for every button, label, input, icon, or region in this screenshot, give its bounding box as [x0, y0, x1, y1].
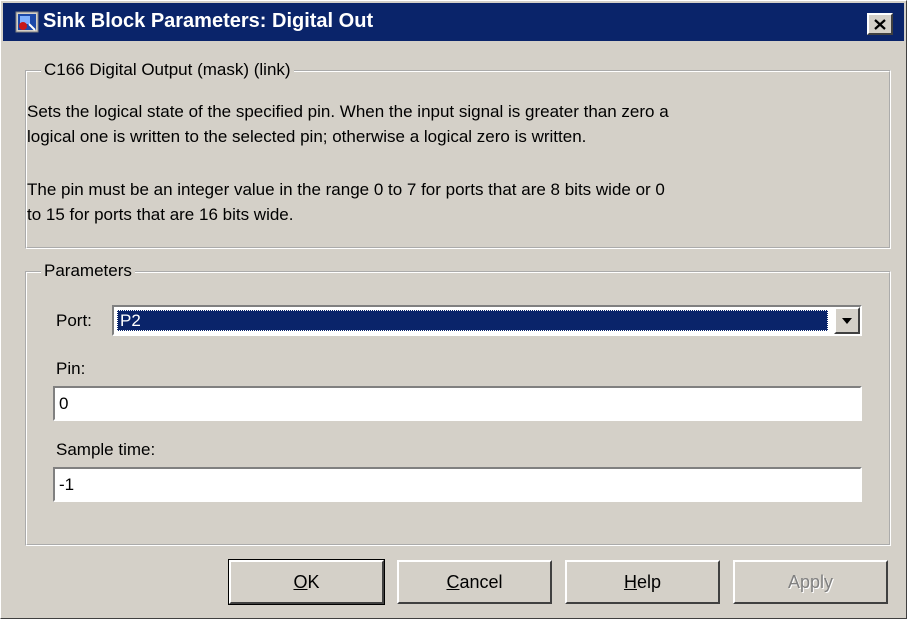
window-title: Sink Block Parameters: Digital Out	[43, 10, 374, 32]
ok-button[interactable]: OK	[228, 559, 385, 605]
port-dropdown-button[interactable]	[834, 307, 860, 334]
cancel-button[interactable]: Cancel	[397, 560, 552, 604]
pin-input[interactable]: 0	[53, 386, 862, 421]
dialog-window: Sink Block Parameters: Digital Out C166 …	[0, 0, 907, 619]
apply-button[interactable]: Apply	[733, 560, 888, 604]
title-bar[interactable]: Sink Block Parameters: Digital Out	[3, 3, 904, 41]
close-icon	[874, 18, 886, 30]
description-line-4: to 15 for ports that are 16 bits wide.	[27, 205, 294, 224]
mask-group-title: C166 Digital Output (mask) (link)	[41, 60, 294, 80]
description-line-3: The pin must be an integer value in the …	[27, 180, 665, 199]
help-mnemonic: H	[623, 571, 637, 592]
pin-label: Pin:	[56, 359, 86, 378]
ok-mnemonic: O	[293, 571, 308, 592]
ok-label-rest: K	[307, 571, 320, 592]
help-button[interactable]: Help	[565, 560, 720, 604]
parameters-group-title: Parameters	[41, 261, 135, 281]
sample-time-label: Sample time:	[56, 440, 156, 459]
cancel-label-rest: ancel	[459, 571, 503, 592]
port-selected-value: P2	[117, 310, 828, 331]
description-line-1: Sets the logical state of the specified …	[27, 102, 669, 121]
help-label-rest: elp	[636, 571, 662, 592]
close-button[interactable]	[867, 13, 893, 35]
apply-label: Apply	[787, 571, 834, 592]
chevron-down-icon	[842, 317, 852, 324]
simulink-block-icon	[15, 11, 39, 33]
sample-time-input[interactable]: -1	[53, 467, 862, 502]
port-select[interactable]: P2	[112, 305, 862, 336]
cancel-mnemonic: C	[446, 571, 460, 592]
port-label: Port:	[56, 311, 92, 330]
description-line-2: logical one is written to the selected p…	[27, 127, 587, 146]
